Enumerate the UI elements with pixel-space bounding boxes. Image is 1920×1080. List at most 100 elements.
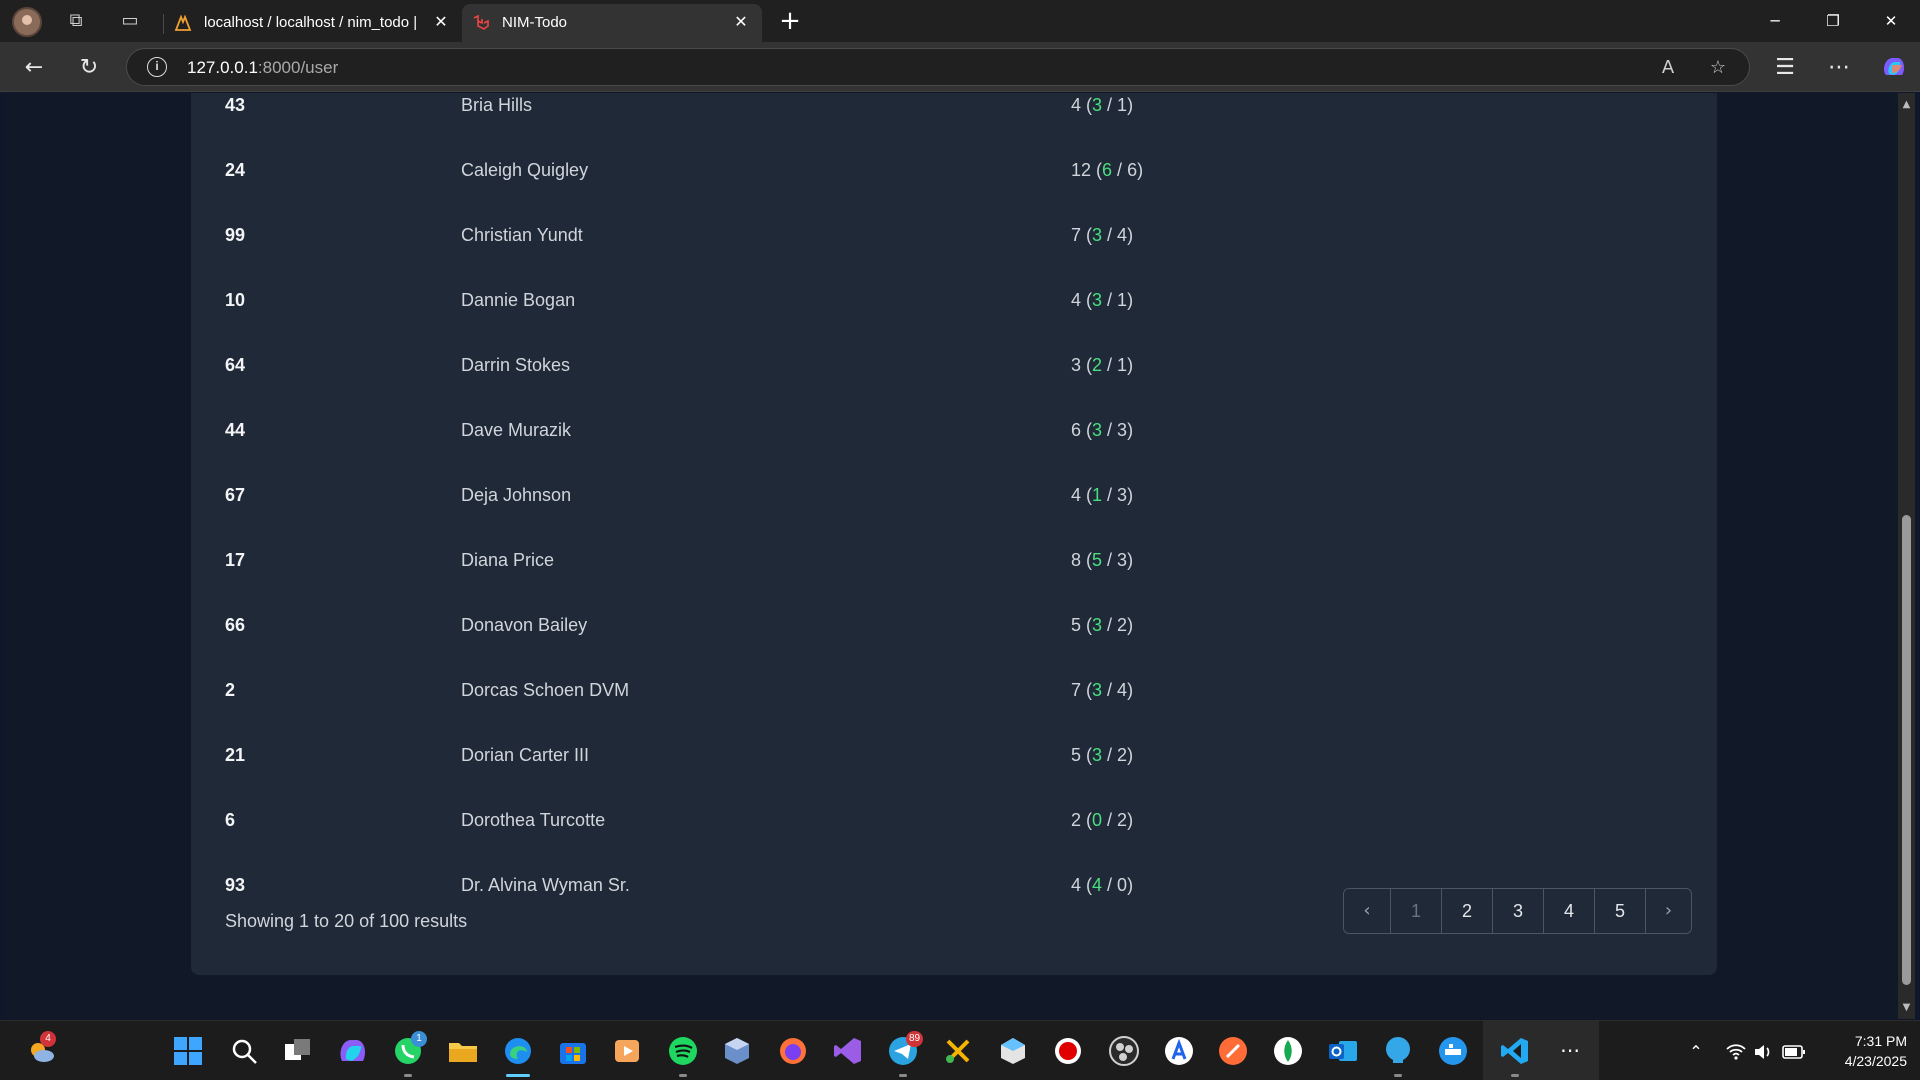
file-explorer-icon[interactable] xyxy=(447,1035,479,1067)
wifi-icon[interactable] xyxy=(1725,1041,1747,1063)
visual-studio-icon[interactable] xyxy=(832,1035,864,1067)
scroll-up-icon[interactable]: ▲ xyxy=(1898,96,1915,113)
edge-icon[interactable] xyxy=(502,1035,534,1067)
back-button[interactable]: ← xyxy=(18,52,50,84)
page-5-button[interactable]: 5 xyxy=(1594,889,1645,933)
system-clock[interactable]: 7:31 PM 4/23/2025 xyxy=(1815,1031,1907,1071)
todo-counts: 4 (3 / 1) xyxy=(1071,95,1134,115)
virtualbox-icon[interactable] xyxy=(721,1035,753,1067)
user-id: 44 xyxy=(225,420,246,440)
weather-badge: 4 xyxy=(40,1031,56,1047)
todo-counts: 7 (3 / 4) xyxy=(1071,680,1134,700)
pagination: ‹ 1 2 3 4 5 › xyxy=(1343,888,1692,934)
minimize-button[interactable]: ─ xyxy=(1752,6,1798,36)
user-name: Deja Johnson xyxy=(461,485,572,505)
user-id: 17 xyxy=(225,550,246,570)
obs-studio-icon[interactable] xyxy=(1108,1035,1140,1067)
read-aloud-icon[interactable]: A xyxy=(1655,55,1681,81)
snipping-tool-icon[interactable] xyxy=(942,1035,974,1067)
window-close-button[interactable]: ✕ xyxy=(1868,6,1914,36)
user-id: 2 xyxy=(225,680,236,700)
next-page-button[interactable]: › xyxy=(1645,889,1691,933)
close-icon[interactable]: ✕ xyxy=(430,11,452,33)
user-name: Dorcas Schoen DVM xyxy=(461,680,630,700)
user-id: 6 xyxy=(225,810,236,830)
table-row: 21 Dorian Carter III 5 (3 / 2) xyxy=(191,723,1717,788)
windows-taskbar: 4 1 89 ⋯ ⌃ 7:31 PM 4/23/2025 xyxy=(0,1020,1920,1080)
close-icon[interactable]: ✕ xyxy=(730,11,752,33)
table-row: 66 Donavon Bailey 5 (3 / 2) xyxy=(191,593,1717,658)
firefox-icon[interactable] xyxy=(777,1035,809,1067)
browser-toolbar: ← ↻ i 127.0.0.1:8000/user A ☆ ☰ ⋯ xyxy=(0,42,1920,92)
search-icon[interactable] xyxy=(228,1035,260,1067)
windows-start-icon[interactable] xyxy=(172,1035,204,1067)
table-row: 24 Caleigh Quigley 12 (6 / 6) xyxy=(191,138,1717,203)
media-player-icon[interactable] xyxy=(611,1035,643,1067)
mongodb-compass-icon[interactable] xyxy=(1272,1035,1304,1067)
table-row: 64 Darrin Stokes 3 (2 / 1) xyxy=(191,333,1717,398)
whatsapp-badge: 1 xyxy=(411,1031,427,1047)
more-apps-icon[interactable]: ⋯ xyxy=(1559,1039,1581,1061)
volume-icon[interactable] xyxy=(1752,1041,1774,1063)
tab-title: localhost / localhost / nim_todo | xyxy=(204,14,418,31)
user-name: Caleigh Quigley xyxy=(461,160,589,180)
obs-record-icon[interactable] xyxy=(1052,1035,1084,1067)
todo-counts: 5 (3 / 2) xyxy=(1071,745,1134,765)
user-name: Diana Price xyxy=(461,550,555,570)
running-indicator xyxy=(899,1074,907,1077)
copilot-icon[interactable] xyxy=(1880,53,1908,81)
todo-counts: 4 (4 / 0) xyxy=(1071,875,1134,895)
tab-nim-todo[interactable]: NIM-Todo ✕ xyxy=(462,4,762,42)
refresh-button[interactable]: ↻ xyxy=(73,52,105,84)
address-bar[interactable]: i 127.0.0.1:8000/user A ☆ xyxy=(126,48,1750,86)
docker-icon[interactable] xyxy=(1437,1035,1469,1067)
copilot-app-icon[interactable] xyxy=(337,1035,369,1067)
clock-date: 4/23/2025 xyxy=(1844,1053,1907,1069)
new-tab-button[interactable]: + xyxy=(776,8,804,36)
table-row: 44 Dave Murazik 6 (3 / 3) xyxy=(191,398,1717,463)
scroll-down-icon[interactable]: ▼ xyxy=(1898,999,1915,1016)
tableplus-icon[interactable] xyxy=(1382,1035,1414,1067)
page-scrollbar[interactable]: ▲ ▼ xyxy=(1898,93,1915,1019)
microsoft-store-icon[interactable] xyxy=(557,1035,589,1067)
profile-avatar[interactable] xyxy=(12,7,42,37)
user-name: Dannie Bogan xyxy=(461,290,576,310)
workspaces-icon[interactable]: ⧉ xyxy=(64,9,88,33)
vertical-tabs-icon[interactable]: ▭ xyxy=(118,9,142,33)
tab-phpmyadmin[interactable]: localhost / localhost / nim_todo | ✕ xyxy=(163,4,462,42)
user-id: 64 xyxy=(225,355,246,375)
todo-counts: 2 (0 / 2) xyxy=(1071,810,1134,830)
task-view-icon[interactable] xyxy=(282,1035,314,1067)
phpmyadmin-icon xyxy=(174,14,192,31)
todo-counts: 3 (2 / 1) xyxy=(1071,355,1134,375)
active-indicator xyxy=(506,1074,530,1077)
table-row: 43 Bria Hills 4 (3 / 1) xyxy=(191,93,1717,138)
site-info-icon[interactable]: i xyxy=(147,57,167,77)
favorite-star-icon[interactable]: ☆ xyxy=(1705,55,1731,81)
translator-icon[interactable] xyxy=(1163,1035,1195,1067)
scrollbar-thumb[interactable] xyxy=(1902,515,1911,985)
previous-page-button[interactable]: ‹ xyxy=(1344,889,1390,933)
postman-icon[interactable] xyxy=(1217,1035,1249,1067)
app-cube-icon[interactable] xyxy=(997,1035,1029,1067)
more-options-icon[interactable]: ⋯ xyxy=(1823,52,1855,84)
users-table-card: 43 Bria Hills 4 (3 / 1) 24 Caleigh Quigl… xyxy=(191,93,1717,975)
battery-icon[interactable] xyxy=(1782,1043,1806,1061)
url-text: 127.0.0.1:8000/user xyxy=(187,58,339,77)
favorites-icon[interactable]: ☰ xyxy=(1769,52,1801,84)
table-row: 10 Dannie Bogan 4 (3 / 1) xyxy=(191,268,1717,333)
user-name: Donavon Bailey xyxy=(461,615,588,635)
page-3-button[interactable]: 3 xyxy=(1492,889,1543,933)
page-4-button[interactable]: 4 xyxy=(1543,889,1594,933)
table-row: 2 Dorcas Schoen DVM 7 (3 / 4) xyxy=(191,658,1717,723)
tab-title: NIM-Todo xyxy=(502,14,568,31)
outlook-icon[interactable] xyxy=(1327,1035,1359,1067)
user-name: Dr. Alvina Wyman Sr. xyxy=(461,875,630,895)
page-1-button: 1 xyxy=(1390,889,1441,933)
vscode-icon[interactable] xyxy=(1499,1035,1531,1067)
spotify-icon[interactable] xyxy=(667,1035,699,1067)
page-2-button[interactable]: 2 xyxy=(1441,889,1492,933)
restore-button[interactable]: ❐ xyxy=(1810,6,1856,36)
chevron-up-icon[interactable]: ⌃ xyxy=(1685,1041,1707,1063)
running-indicator xyxy=(1511,1074,1519,1077)
